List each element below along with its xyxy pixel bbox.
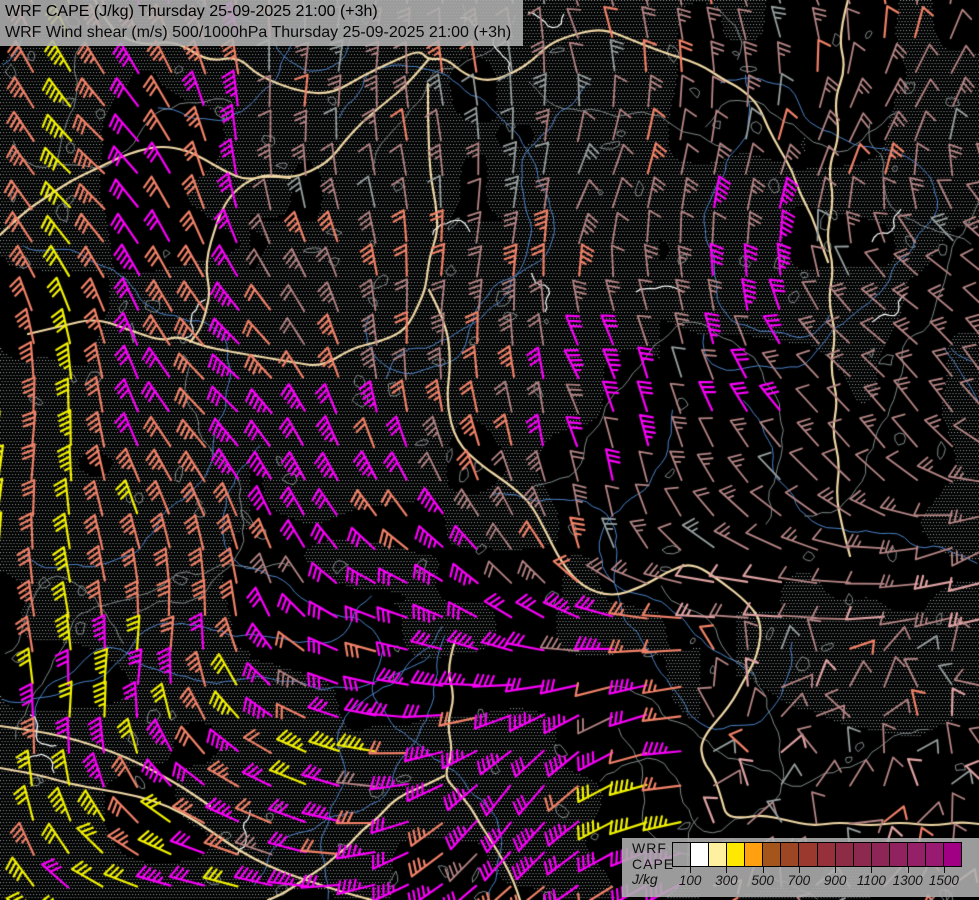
title-line-cape: WRF CAPE (J/kg) Thursday 25-09-2025 21:0… [5, 3, 378, 20]
legend-cell [870, 843, 889, 866]
legend-cell [798, 843, 817, 866]
legend-unit-label: J/kg [632, 871, 658, 887]
legend-cell [906, 843, 925, 866]
legend-parameter-label: CAPE [632, 855, 675, 872]
legend-cell [744, 843, 763, 866]
legend-model-label: WRF [632, 840, 667, 856]
wind-barb-map-canvas [0, 0, 979, 900]
legend-tick-label: 900 [823, 873, 847, 888]
legend-cell [690, 843, 709, 866]
legend-tick-label: 100 [678, 873, 702, 888]
legend-cell [708, 843, 727, 866]
legend-cell [673, 843, 690, 866]
legend-cell [942, 843, 961, 866]
map-title-overlay: WRF CAPE (J/kg) Thursday 25-09-2025 21:0… [0, 0, 524, 46]
legend-tick-label: 500 [751, 873, 774, 888]
legend-cell [834, 843, 853, 866]
title-line-windshear: WRF Wind shear (m/s) 500/1000hPa Thursda… [5, 24, 512, 41]
legend-tick-label: 300 [715, 873, 738, 888]
legend-cell [888, 843, 907, 866]
legend-labels: WRF CAPE J/kg [632, 840, 675, 888]
legend-colorbar [672, 842, 962, 867]
cape-legend: WRF CAPE J/kg 100 300 500 700 900 1100 1300 150… [622, 838, 979, 897]
legend-tick-label: 1100 [856, 873, 886, 888]
legend-tick-label: 1300 [892, 873, 923, 888]
legend-cell [762, 843, 781, 866]
legend-tick-label: 1500 [928, 873, 959, 888]
wrf-weather-map: WRF CAPE (J/kg) Thursday 25-09-2025 21:0… [0, 0, 979, 900]
legend-cell [924, 843, 943, 866]
legend-cell [726, 843, 745, 866]
legend-cell [780, 843, 799, 866]
legend-cell [852, 843, 871, 866]
legend-tick-label: 700 [787, 873, 811, 888]
legend-cell [816, 843, 835, 866]
